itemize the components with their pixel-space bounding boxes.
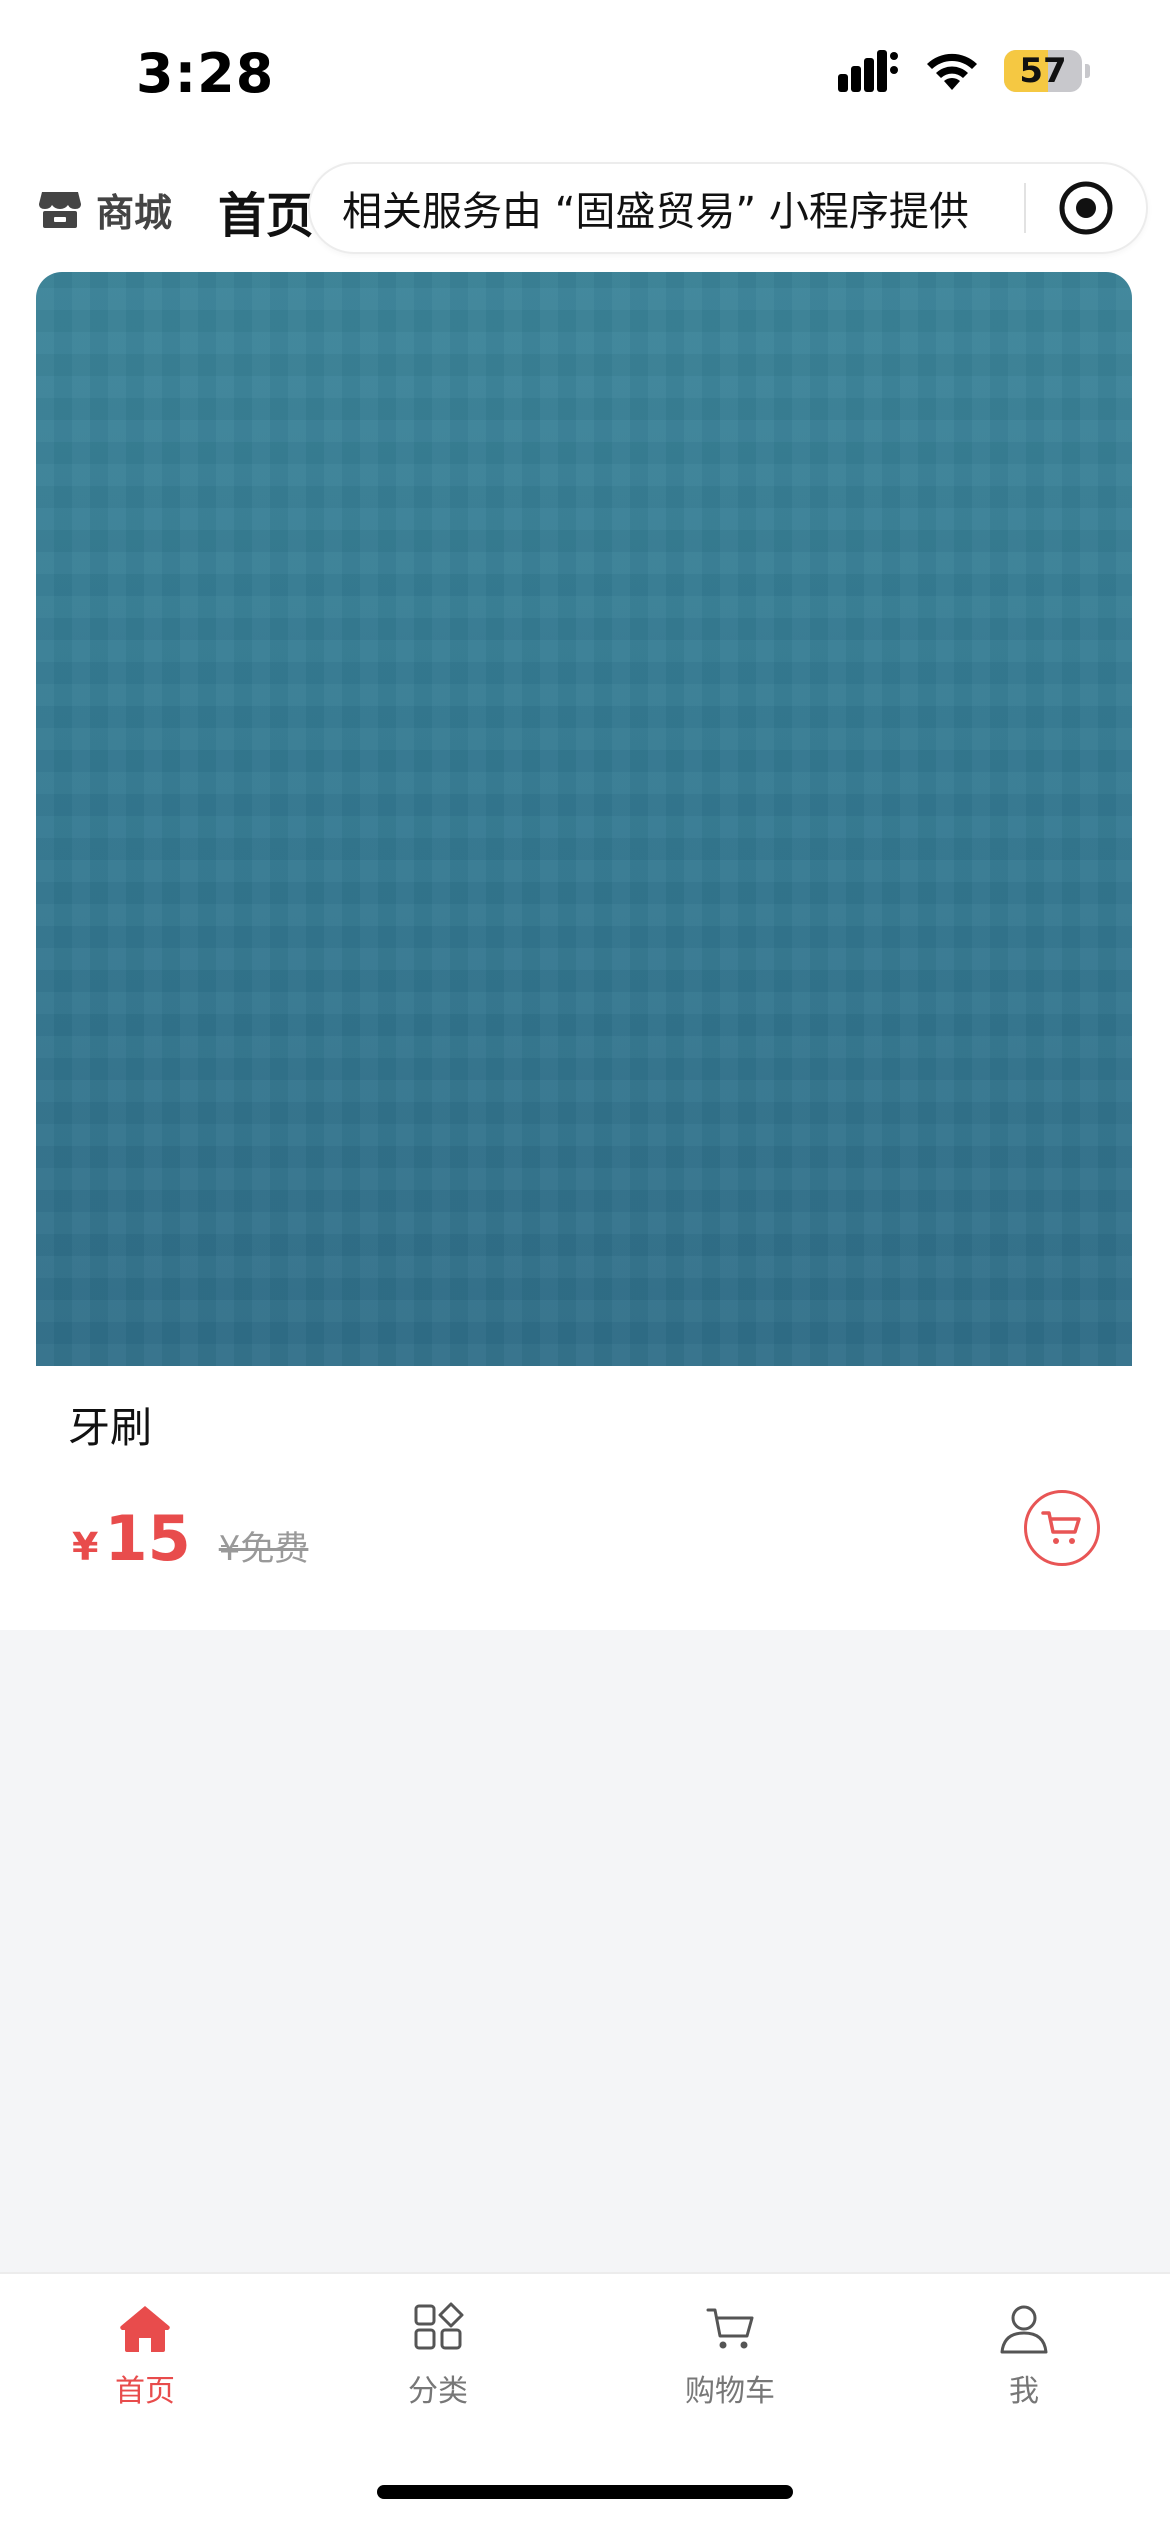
- status-time: 3:28: [136, 42, 275, 105]
- status-bar: 3:28 57: [0, 0, 1170, 150]
- add-to-cart-button[interactable]: [1024, 1490, 1100, 1566]
- record-icon: [1059, 181, 1113, 235]
- cart-icon: [706, 2308, 754, 2349]
- price-value: 15: [104, 1502, 191, 1575]
- service-provider-text: 相关服务由 “固盛贸易” 小程序提供: [342, 189, 969, 235]
- cart-icon: [1041, 1511, 1081, 1544]
- cellular-signal-icon: [838, 50, 898, 92]
- product-name: 牙刷: [68, 1403, 153, 1452]
- tab-label-cart: 购物车: [685, 2374, 775, 2409]
- home-icon: [120, 2306, 170, 2352]
- user-icon: [1000, 2305, 1048, 2354]
- battery-indicator: 57: [1004, 50, 1090, 92]
- tab-category[interactable]: 分类: [338, 2300, 538, 2410]
- battery-level: 57: [1019, 51, 1067, 91]
- screen: 3:28 57 商城 首页 相关服务由 “固盛贸易” 小程序提供 牙刷 ¥ 15…: [0, 0, 1170, 2532]
- service-capsule: 相关服务由 “固盛贸易” 小程序提供: [308, 162, 1148, 254]
- category-icon: [414, 2302, 464, 2350]
- wifi-icon: [927, 53, 977, 90]
- home-indicator: [377, 2485, 793, 2499]
- nav-bar: 商城 首页 相关服务由 “固盛贸易” 小程序提供: [0, 150, 1170, 270]
- tab-label-home: 首页: [115, 2374, 175, 2409]
- tab-profile[interactable]: 我: [924, 2300, 1124, 2410]
- store-icon: [39, 191, 81, 228]
- original-price: ¥免费: [218, 1529, 309, 1569]
- product-card[interactable]: 牙刷 ¥ 15 ¥免费: [0, 270, 1170, 1630]
- page-title: 首页: [218, 188, 315, 244]
- price-currency: ¥: [72, 1525, 99, 1569]
- tab-label-profile: 我: [1009, 2374, 1039, 2409]
- capsule-close-button[interactable]: [1026, 162, 1146, 254]
- shop-label: 商城: [96, 191, 173, 235]
- tab-cart[interactable]: 购物车: [630, 2300, 830, 2410]
- tab-label-category: 分类: [408, 2374, 468, 2409]
- tab-home[interactable]: 首页: [45, 2300, 245, 2410]
- shop-link[interactable]: 商城: [38, 182, 172, 237]
- product-image[interactable]: [36, 272, 1132, 1366]
- status-icons: 57: [838, 50, 1090, 92]
- price-row: ¥ 15 ¥免费: [72, 1502, 308, 1575]
